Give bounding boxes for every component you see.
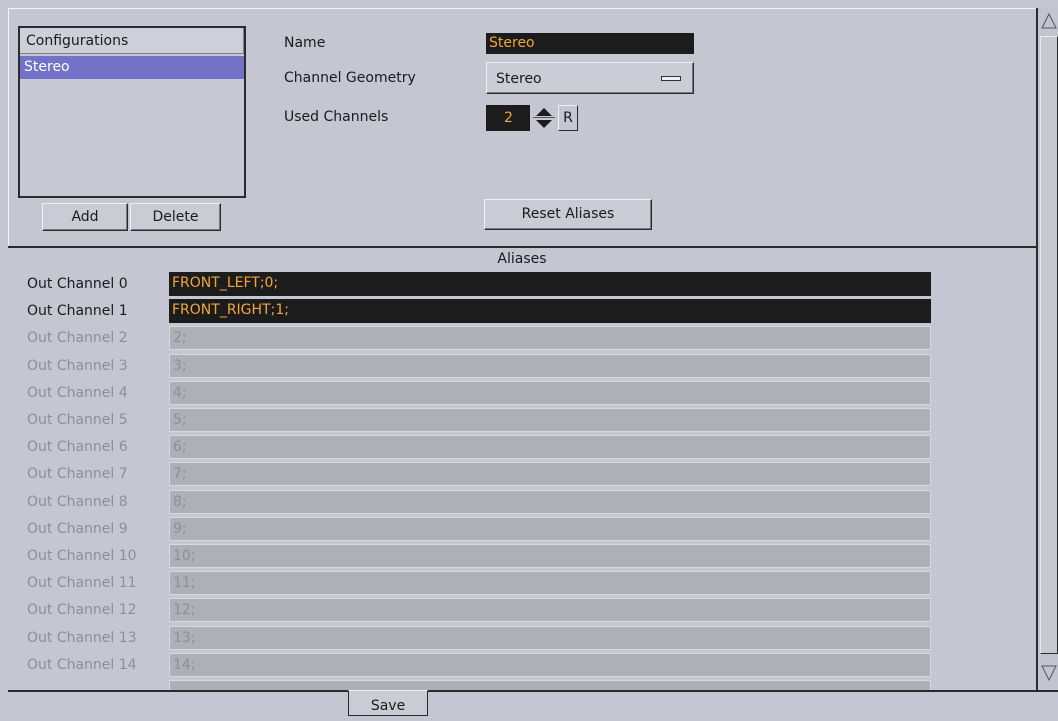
alias-row-input[interactable]: 11; — [169, 571, 931, 595]
vertical-scrollbar[interactable] — [1036, 8, 1058, 690]
alias-row-label: Out Channel 10 — [27, 548, 137, 564]
alias-row-input-partial[interactable] — [169, 680, 931, 690]
alias-row-input[interactable]: 3; — [169, 354, 931, 378]
alias-row-label: Out Channel 3 — [27, 358, 128, 374]
scroll-down-icon[interactable] — [1040, 658, 1058, 686]
alias-row-label: Out Channel 2 — [27, 330, 128, 346]
alias-row-label: Out Channel 0 — [27, 276, 128, 292]
alias-row-input[interactable]: 4; — [169, 381, 931, 405]
alias-row-input[interactable]: 2; — [169, 326, 931, 350]
alias-row-label: Out Channel 6 — [27, 439, 128, 455]
alias-row-label: Out Channel 9 — [27, 521, 128, 537]
alias-row-label: Out Channel 12 — [27, 602, 137, 618]
alias-row-input[interactable]: 12; — [169, 598, 931, 622]
alias-row-input[interactable]: 14; — [169, 653, 931, 677]
bottom-bar — [8, 692, 1058, 714]
alias-row-label: Out Channel 13 — [27, 630, 137, 646]
alias-row-input[interactable]: 7; — [169, 462, 931, 486]
alias-row-label: Out Channel 8 — [27, 494, 128, 510]
alias-row-label: Out Channel 4 — [27, 385, 128, 401]
alias-row-label: Out Channel 14 — [27, 657, 137, 673]
alias-row-input[interactable]: 10; — [169, 544, 931, 568]
alias-row-label: Out Channel 11 — [27, 575, 137, 591]
alias-row-input[interactable]: FRONT_RIGHT;1; — [169, 299, 931, 323]
bottom-divider — [8, 690, 1058, 692]
alias-row-label: Out Channel 7 — [27, 466, 128, 482]
alias-row-input[interactable]: 13; — [169, 626, 931, 650]
aliases-list: Out Channel 0 FRONT_LEFT;0; Out Channel 1 F… — [0, 0, 1036, 690]
scrollbar-thumb[interactable] — [1040, 36, 1058, 654]
save-button[interactable]: Save — [348, 690, 428, 716]
alias-row-input[interactable]: 8; — [169, 490, 931, 514]
alias-row-input[interactable]: FRONT_LEFT;0; — [169, 272, 931, 296]
alias-row-input[interactable]: 6; — [169, 435, 931, 459]
alias-row-label: Out Channel 1 — [27, 303, 128, 319]
scroll-up-icon[interactable] — [1040, 8, 1058, 34]
alias-row-input[interactable]: 5; — [169, 408, 931, 432]
alias-row-input[interactable]: 9; — [169, 517, 931, 541]
alias-row-label: Out Channel 5 — [27, 412, 128, 428]
